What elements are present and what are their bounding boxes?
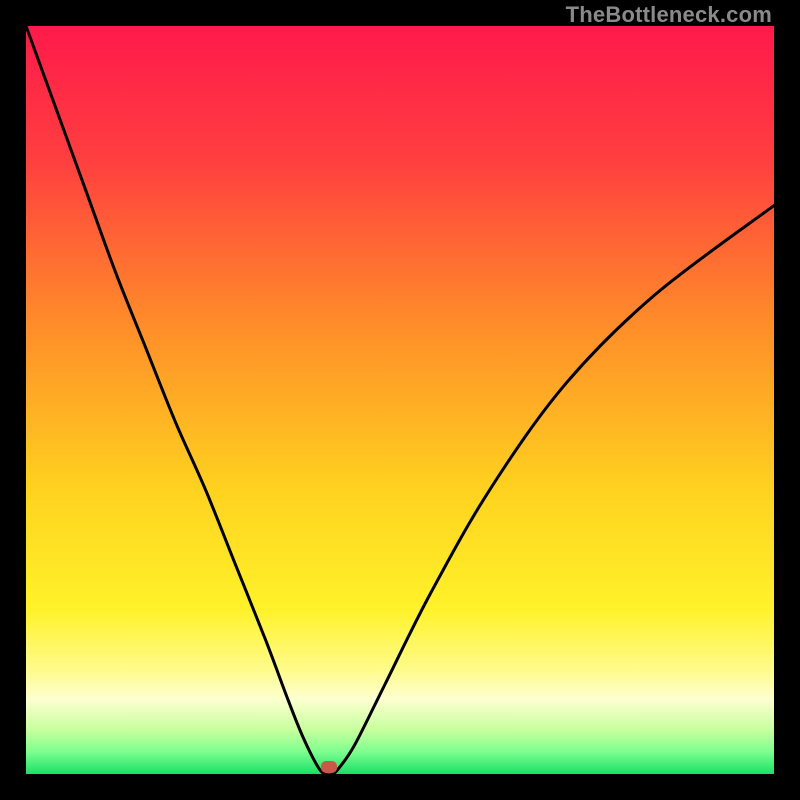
plot-area: [26, 26, 774, 774]
optimal-point-marker: [321, 761, 337, 773]
chart-frame: TheBottleneck.com: [0, 0, 800, 800]
bottleneck-curve: [26, 26, 774, 774]
watermark-text: TheBottleneck.com: [566, 2, 772, 28]
